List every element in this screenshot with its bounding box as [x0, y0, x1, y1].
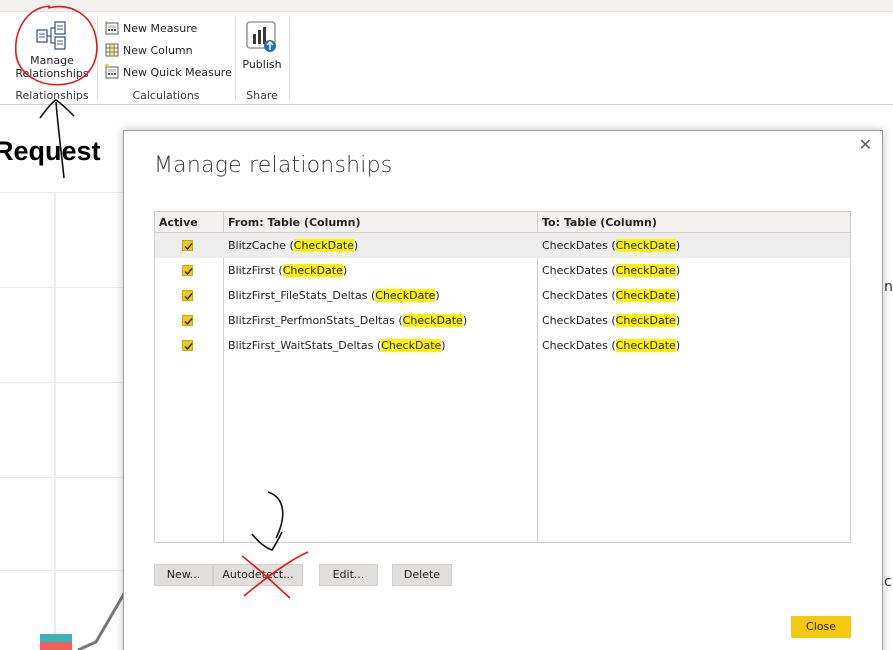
table-row[interactable]: BlitzFirst_PerfmonStats_Deltas (CheckDat…: [155, 308, 850, 333]
active-checkbox[interactable]: [182, 290, 193, 301]
manage-relationships-button[interactable]: Manage Relationships: [8, 20, 96, 80]
from-table: BlitzFirst_FileStats_Deltas: [228, 289, 368, 302]
new-quick-measure-button[interactable]: New Quick Measure: [104, 62, 232, 82]
to-cell: CheckDates (CheckDate): [542, 289, 681, 302]
from-table: BlitzFirst: [228, 264, 275, 277]
to-column: CheckDate: [615, 264, 676, 277]
ribbon-tab-strip: [0, 0, 893, 12]
chart-line: [77, 591, 127, 650]
to-table: CheckDates: [542, 314, 608, 327]
new-column-button[interactable]: New Column: [104, 40, 193, 60]
to-table: CheckDates: [542, 239, 608, 252]
to-cell: CheckDates (CheckDate): [542, 314, 681, 327]
chart-gridline: [54, 192, 56, 650]
manage-relationships-dialog: ✕ Manage relationships Active From: Tabl…: [123, 130, 883, 650]
to-column: CheckDate: [615, 239, 676, 252]
quick-measure-icon: [105, 64, 119, 79]
checkmark-icon: [184, 318, 193, 326]
from-table: BlitzCache: [228, 239, 286, 252]
active-checkbox[interactable]: [182, 265, 193, 276]
from-column: CheckDate: [293, 239, 354, 252]
new-column-label: New Column: [123, 43, 193, 57]
calculations-group-label: Calculations: [132, 89, 200, 102]
table-row[interactable]: BlitzFirst (CheckDate) CheckDates (Check…: [155, 258, 850, 283]
from-cell: BlitzFirst (CheckDate): [228, 264, 348, 277]
chart-gridline: [0, 477, 124, 478]
to-table: CheckDates: [542, 289, 608, 302]
chart-gridline: [0, 192, 124, 193]
from-table: BlitzFirst_WaitStats_Deltas: [228, 339, 374, 352]
from-cell: BlitzFirst_FileStats_Deltas (CheckDate): [228, 289, 440, 302]
from-column: CheckDate: [402, 314, 463, 327]
table-row[interactable]: BlitzFirst_FileStats_Deltas (CheckDate) …: [155, 283, 850, 308]
chart-gridline: [0, 570, 124, 571]
checkmark-icon: [184, 293, 193, 301]
autodetect-button[interactable]: Autodetect...: [213, 564, 303, 586]
relationships-group: Manage Relationships Relationships: [8, 12, 96, 105]
relationships-icon: [36, 21, 66, 50]
from-column: CheckDate: [282, 264, 343, 277]
close-button[interactable]: Close: [791, 616, 851, 638]
to-table: CheckDates: [542, 264, 608, 277]
share-group: Publish Share: [236, 12, 288, 105]
checkmark-icon: [184, 343, 193, 351]
new-measure-icon: [105, 21, 119, 35]
checkmark-icon: [184, 243, 193, 251]
edit-button[interactable]: Edit...: [319, 564, 378, 586]
table-header: Active From: Table (Column) To: Table (C…: [155, 212, 850, 233]
publish-label: Publish: [242, 58, 282, 71]
to-column: CheckDate: [615, 314, 676, 327]
publish-button[interactable]: Publish: [236, 20, 288, 71]
to-column: CheckDate: [615, 289, 676, 302]
from-table: BlitzFirst_PerfmonStats_Deltas: [228, 314, 395, 327]
report-title-fragment: Request: [0, 136, 101, 166]
background-text-fragment: n: [884, 279, 893, 295]
new-quick-measure-label: New Quick Measure: [123, 65, 232, 79]
share-group-label: Share: [246, 89, 278, 102]
dialog-title: Manage relationships: [154, 153, 393, 178]
table-row[interactable]: BlitzFirst_WaitStats_Deltas (CheckDate) …: [155, 333, 850, 358]
relationships-table: Active From: Table (Column) To: Table (C…: [154, 211, 851, 543]
to-table: CheckDates: [542, 339, 608, 352]
calculations-group: New Measure New Column New Quick Measure…: [98, 12, 234, 105]
manage-relationships-label-1: Manage: [30, 54, 74, 67]
to-column: CheckDate: [615, 339, 676, 352]
active-checkbox[interactable]: [182, 340, 193, 351]
chart-gridline: [0, 287, 124, 288]
relationships-group-label: Relationships: [15, 89, 89, 102]
new-measure-label: New Measure: [123, 21, 198, 35]
background-text-fragment: c: [884, 574, 892, 590]
active-checkbox[interactable]: [182, 315, 193, 326]
column-header-from: From: Table (Column): [228, 216, 361, 229]
checkmark-icon: [184, 268, 193, 276]
column-header-to: To: Table (Column): [542, 216, 657, 229]
close-icon[interactable]: ✕: [859, 137, 872, 153]
group-divider: [289, 16, 290, 101]
from-cell: BlitzFirst_PerfmonStats_Deltas (CheckDat…: [228, 314, 468, 327]
to-cell: CheckDates (CheckDate): [542, 239, 681, 252]
publish-icon: [246, 21, 276, 52]
manage-relationships-label-2: Relationships: [15, 67, 89, 80]
new-measure-button[interactable]: New Measure: [104, 18, 197, 38]
chart-bar-teal: [40, 634, 72, 642]
active-checkbox[interactable]: [182, 240, 193, 251]
delete-button[interactable]: Delete: [392, 564, 452, 586]
chart-bar-red: [40, 642, 72, 650]
from-cell: BlitzFirst_WaitStats_Deltas (CheckDate): [228, 339, 446, 352]
chart-gridline: [0, 382, 124, 383]
new-button[interactable]: New...: [154, 564, 213, 586]
from-cell: BlitzCache (CheckDate): [228, 239, 359, 252]
table-row[interactable]: BlitzCache (CheckDate) CheckDates (Check…: [155, 233, 850, 258]
from-column: CheckDate: [381, 339, 442, 352]
to-cell: CheckDates (CheckDate): [542, 339, 681, 352]
column-header-active: Active: [159, 216, 198, 229]
to-cell: CheckDates (CheckDate): [542, 264, 681, 277]
ribbon: Manage Relationships Relationships New M…: [0, 12, 893, 105]
from-column: CheckDate: [375, 289, 436, 302]
new-column-icon: [105, 43, 119, 57]
